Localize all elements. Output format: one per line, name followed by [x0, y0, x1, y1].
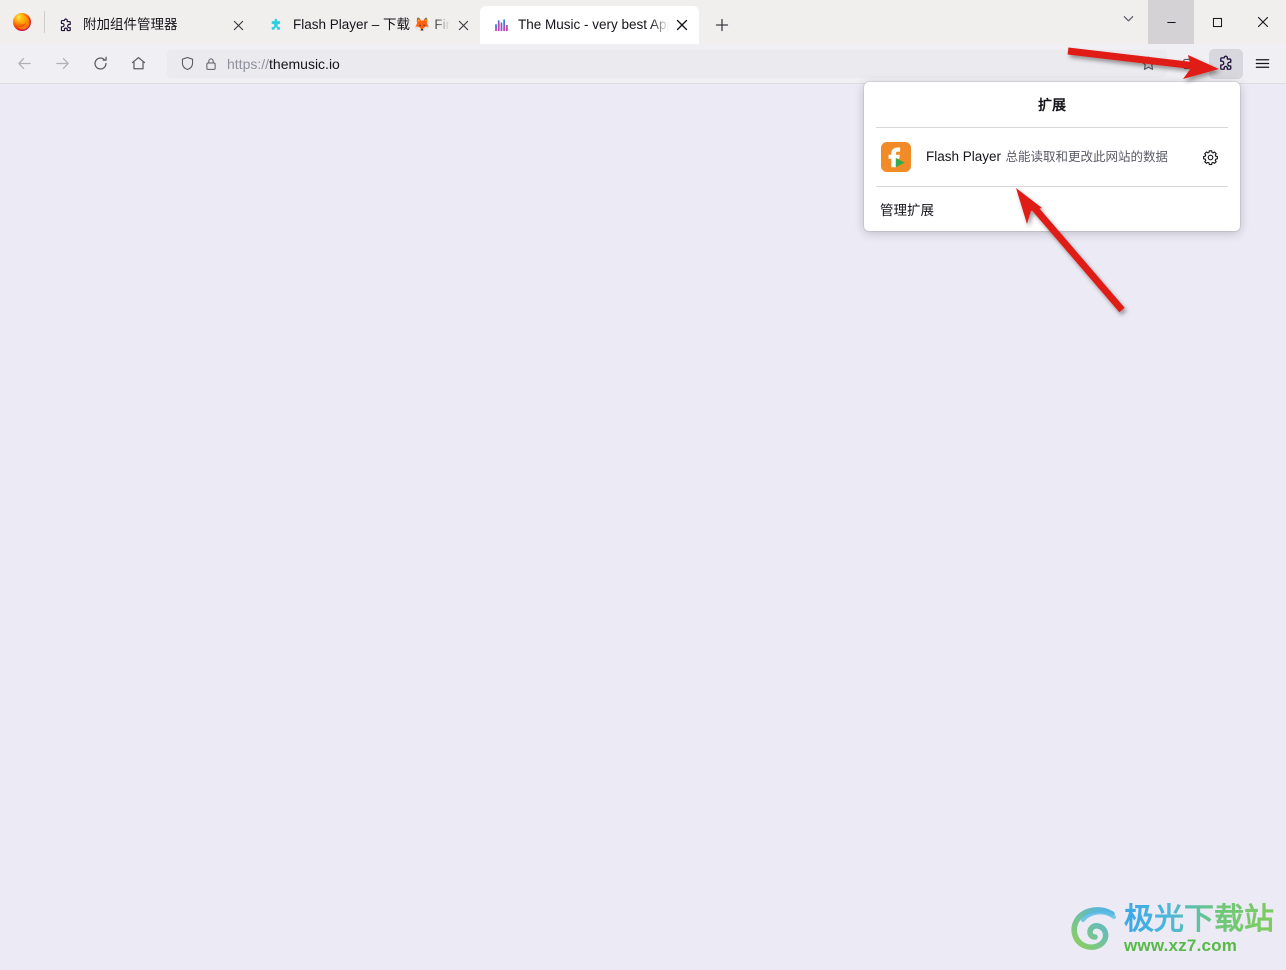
window-controls — [1148, 0, 1286, 44]
maximize-button[interactable] — [1194, 0, 1240, 44]
pocket-icon[interactable] — [1173, 49, 1207, 79]
tab-the-music[interactable]: The Music - very best Apple M — [480, 6, 699, 44]
extension-puzzle-icon — [58, 17, 74, 33]
tab-addons-manager[interactable]: 附加组件管理器 — [45, 6, 255, 44]
tab-title: Flash Player – 下载 🦊 Firefox — [293, 17, 450, 32]
tabstrip-right-controls — [1108, 0, 1286, 44]
toolbar-right-controls — [1173, 44, 1286, 84]
navigation-toolbar: https://themusic.io — [0, 44, 1286, 84]
close-button[interactable] — [1240, 0, 1286, 44]
watermark-texts: 极光下载站 www.xz7.com — [1124, 903, 1274, 956]
tab-list: 附加组件管理器 Flash Player – 下载 🦊 Firefox — [45, 0, 737, 44]
watermark: 极光下载站 www.xz7.com — [1068, 903, 1274, 956]
tab-title: The Music - very best Apple M — [518, 17, 669, 32]
extensions-puzzle-icon[interactable] — [1209, 48, 1243, 79]
lock-icon[interactable] — [201, 54, 221, 74]
manage-extensions-item[interactable]: 管理扩展 — [864, 187, 1240, 231]
watermark-site-name: 极光下载站 — [1124, 903, 1274, 936]
forward-button[interactable] — [45, 49, 79, 79]
extensions-panel: 扩展 Flash Player 总能读取和更改此网站的数据 管理扩展 — [864, 82, 1240, 231]
music-bars-icon — [493, 17, 509, 33]
minimize-button[interactable] — [1148, 0, 1194, 44]
home-button[interactable] — [121, 49, 155, 79]
url-host: themusic.io — [269, 55, 340, 72]
star-icon[interactable] — [1133, 51, 1163, 77]
new-tab-button[interactable] — [707, 10, 737, 40]
tab-close-button[interactable] — [671, 14, 693, 36]
watermark-site-url: www.xz7.com — [1124, 936, 1238, 955]
extension-name: Flash Player — [926, 149, 1002, 164]
tab-title: 附加组件管理器 — [83, 17, 178, 32]
extensions-panel-title: 扩展 — [1038, 96, 1066, 113]
browser-window: 附加组件管理器 Flash Player – 下载 🦊 Firefox — [0, 0, 1286, 970]
extension-item-texts: Flash Player 总能读取和更改此网站的数据 — [926, 148, 1196, 166]
extension-permission-text: 总能读取和更改此网站的数据 — [1005, 150, 1168, 164]
tab-strip: 附加组件管理器 Flash Player – 下载 🦊 Firefox — [0, 0, 1286, 44]
url-text: https://themusic.io — [227, 54, 1133, 74]
url-scheme: https:// — [227, 55, 270, 72]
flash-player-icon — [880, 141, 912, 173]
tab-close-button[interactable] — [227, 14, 249, 36]
shield-icon[interactable] — [177, 54, 197, 74]
firefox-logo-icon — [0, 0, 44, 44]
watermark-logo-icon — [1068, 904, 1120, 956]
chevron-down-icon[interactable] — [1108, 4, 1148, 34]
gear-icon[interactable] — [1196, 143, 1224, 171]
flash-download-icon — [268, 17, 284, 33]
hamburger-menu-icon[interactable] — [1245, 49, 1279, 79]
extension-item-flash-player[interactable]: Flash Player 总能读取和更改此网站的数据 — [864, 128, 1240, 186]
tab-flash-player-download[interactable]: Flash Player – 下载 🦊 Firefox — [255, 6, 480, 44]
reload-button[interactable] — [83, 49, 117, 79]
tab-close-button[interactable] — [452, 14, 474, 36]
back-button[interactable] — [7, 49, 41, 79]
address-bar[interactable]: https://themusic.io — [167, 49, 1167, 78]
